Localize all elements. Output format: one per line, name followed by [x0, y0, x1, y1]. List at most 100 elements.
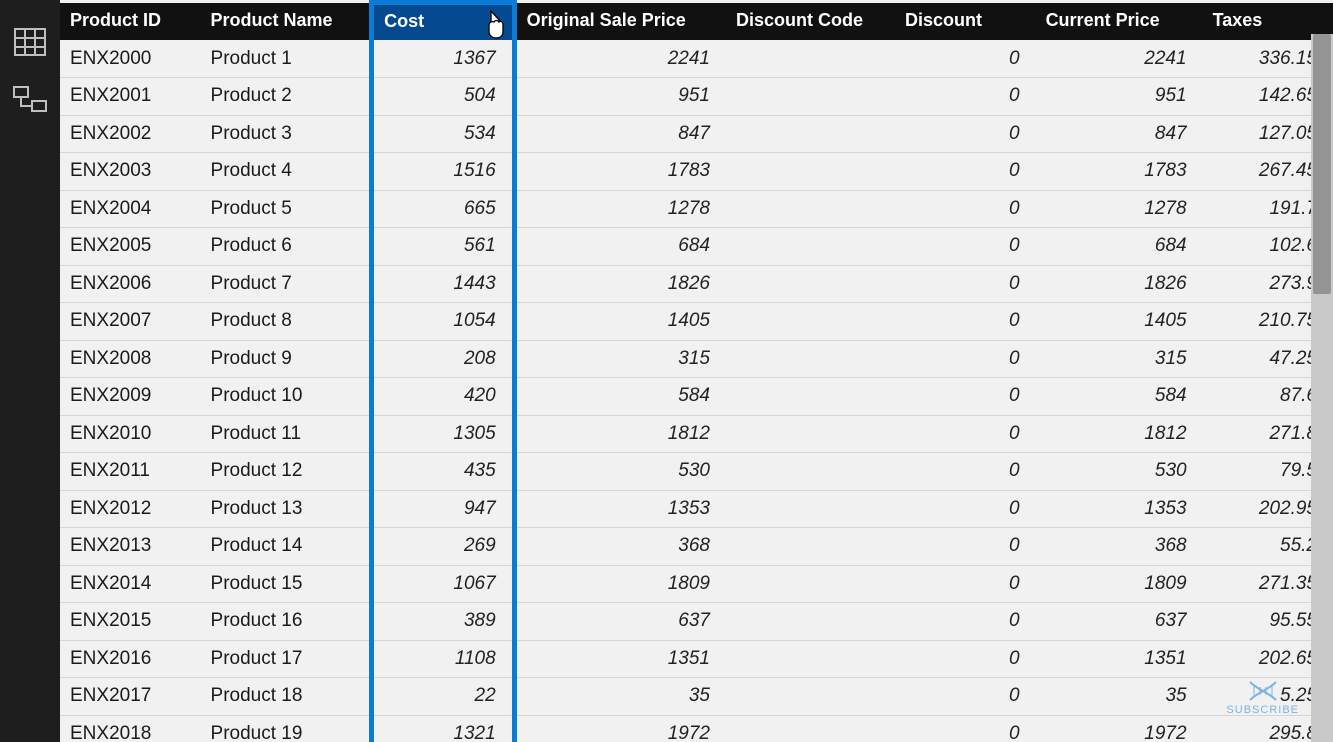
cell-product-id[interactable]: ENX2000	[60, 40, 201, 78]
cell-discount-code[interactable]	[726, 678, 895, 716]
cell-discount-code[interactable]	[726, 40, 895, 78]
cell-discount[interactable]: 0	[895, 190, 1036, 228]
cell-cost[interactable]: 1367	[372, 40, 515, 78]
cell-product-id[interactable]: ENX2003	[60, 153, 201, 191]
cell-discount[interactable]: 0	[895, 228, 1036, 266]
cell-cost[interactable]: 504	[372, 78, 515, 116]
table-row[interactable]: ENX2009Product 10420584058487.6	[60, 378, 1333, 416]
cell-current-price[interactable]: 1405	[1036, 303, 1203, 341]
cell-product-name[interactable]: Product 2	[201, 78, 372, 116]
cell-cost[interactable]: 22	[372, 678, 515, 716]
cell-discount[interactable]: 0	[895, 153, 1036, 191]
cell-cost[interactable]: 1054	[372, 303, 515, 341]
data-view-button[interactable]	[14, 28, 46, 56]
cell-product-name[interactable]: Product 13	[201, 490, 372, 528]
cell-discount[interactable]: 0	[895, 415, 1036, 453]
cell-original-sale-price[interactable]: 951	[514, 78, 726, 116]
cell-product-id[interactable]: ENX2011	[60, 453, 201, 491]
cell-product-id[interactable]: ENX2012	[60, 490, 201, 528]
cell-product-name[interactable]: Product 5	[201, 190, 372, 228]
cell-product-id[interactable]: ENX2005	[60, 228, 201, 266]
cell-original-sale-price[interactable]: 315	[514, 340, 726, 378]
table-row[interactable]: ENX2000Product 11367224102241336.15	[60, 40, 1333, 78]
table-row[interactable]: ENX2014Product 151067180901809271.35	[60, 565, 1333, 603]
table-row[interactable]: ENX2015Product 16389637063795.55	[60, 603, 1333, 641]
cell-discount-code[interactable]	[726, 453, 895, 491]
cell-product-id[interactable]: ENX2002	[60, 115, 201, 153]
cell-current-price[interactable]: 1278	[1036, 190, 1203, 228]
col-header-current-price[interactable]: Current Price	[1036, 3, 1203, 41]
cell-product-name[interactable]: Product 9	[201, 340, 372, 378]
cell-discount[interactable]: 0	[895, 490, 1036, 528]
cell-discount-code[interactable]	[726, 78, 895, 116]
cell-product-name[interactable]: Product 10	[201, 378, 372, 416]
cell-discount[interactable]: 0	[895, 715, 1036, 742]
table-row[interactable]: ENX2005Product 65616840684102.6	[60, 228, 1333, 266]
cell-discount-code[interactable]	[726, 715, 895, 742]
cell-discount[interactable]: 0	[895, 678, 1036, 716]
cell-cost[interactable]: 1516	[372, 153, 515, 191]
cell-discount-code[interactable]	[726, 265, 895, 303]
cell-cost[interactable]: 1108	[372, 640, 515, 678]
cell-discount-code[interactable]	[726, 340, 895, 378]
cell-discount[interactable]: 0	[895, 115, 1036, 153]
cell-current-price[interactable]: 35	[1036, 678, 1203, 716]
cell-product-id[interactable]: ENX2006	[60, 265, 201, 303]
cell-discount-code[interactable]	[726, 153, 895, 191]
table-row[interactable]: ENX2006Product 71443182601826273.9	[60, 265, 1333, 303]
table-row[interactable]: ENX2012Product 13947135301353202.95	[60, 490, 1333, 528]
cell-discount[interactable]: 0	[895, 565, 1036, 603]
cell-original-sale-price[interactable]: 1353	[514, 490, 726, 528]
table-row[interactable]: ENX2002Product 35348470847127.05	[60, 115, 1333, 153]
cell-discount[interactable]: 0	[895, 265, 1036, 303]
cell-original-sale-price[interactable]: 1812	[514, 415, 726, 453]
cell-product-id[interactable]: ENX2001	[60, 78, 201, 116]
cell-product-id[interactable]: ENX2008	[60, 340, 201, 378]
cell-original-sale-price[interactable]: 1826	[514, 265, 726, 303]
cell-cost[interactable]: 1443	[372, 265, 515, 303]
cell-product-name[interactable]: Product 18	[201, 678, 372, 716]
cell-cost[interactable]: 1321	[372, 715, 515, 742]
cell-product-name[interactable]: Product 7	[201, 265, 372, 303]
table-row[interactable]: ENX2018Product 191321197201972295.8	[60, 715, 1333, 742]
cell-product-name[interactable]: Product 1	[201, 40, 372, 78]
cell-product-id[interactable]: ENX2018	[60, 715, 201, 742]
cell-current-price[interactable]: 637	[1036, 603, 1203, 641]
cell-product-name[interactable]: Product 19	[201, 715, 372, 742]
cell-discount-code[interactable]	[726, 303, 895, 341]
cell-discount-code[interactable]	[726, 415, 895, 453]
cell-product-id[interactable]: ENX2004	[60, 190, 201, 228]
cell-current-price[interactable]: 1809	[1036, 565, 1203, 603]
cell-product-id[interactable]: ENX2007	[60, 303, 201, 341]
cell-product-name[interactable]: Product 14	[201, 528, 372, 566]
cell-original-sale-price[interactable]: 637	[514, 603, 726, 641]
cell-product-id[interactable]: ENX2010	[60, 415, 201, 453]
cell-product-name[interactable]: Product 8	[201, 303, 372, 341]
cell-current-price[interactable]: 1351	[1036, 640, 1203, 678]
col-header-product-id[interactable]: Product ID	[60, 3, 201, 41]
cell-original-sale-price[interactable]: 847	[514, 115, 726, 153]
cell-discount-code[interactable]	[726, 565, 895, 603]
cell-product-name[interactable]: Product 6	[201, 228, 372, 266]
cell-cost[interactable]: 665	[372, 190, 515, 228]
cell-product-id[interactable]: ENX2016	[60, 640, 201, 678]
cell-discount-code[interactable]	[726, 115, 895, 153]
table-row[interactable]: ENX2001Product 25049510951142.65	[60, 78, 1333, 116]
table-row[interactable]: ENX2017Product 1822350355.25	[60, 678, 1333, 716]
cell-current-price[interactable]: 1353	[1036, 490, 1203, 528]
cell-cost[interactable]: 420	[372, 378, 515, 416]
cell-current-price[interactable]: 368	[1036, 528, 1203, 566]
table-row[interactable]: ENX2003Product 41516178301783267.45	[60, 153, 1333, 191]
cell-original-sale-price[interactable]: 1972	[514, 715, 726, 742]
cell-original-sale-price[interactable]: 368	[514, 528, 726, 566]
cell-cost[interactable]: 389	[372, 603, 515, 641]
cell-discount[interactable]: 0	[895, 340, 1036, 378]
cell-product-id[interactable]: ENX2015	[60, 603, 201, 641]
col-header-discount[interactable]: Discount	[895, 3, 1036, 41]
table-row[interactable]: ENX2007Product 81054140501405210.75	[60, 303, 1333, 341]
cell-product-id[interactable]: ENX2017	[60, 678, 201, 716]
cell-product-id[interactable]: ENX2009	[60, 378, 201, 416]
cell-current-price[interactable]: 951	[1036, 78, 1203, 116]
cell-current-price[interactable]: 1972	[1036, 715, 1203, 742]
col-header-product-name[interactable]: Product Name	[201, 3, 372, 41]
